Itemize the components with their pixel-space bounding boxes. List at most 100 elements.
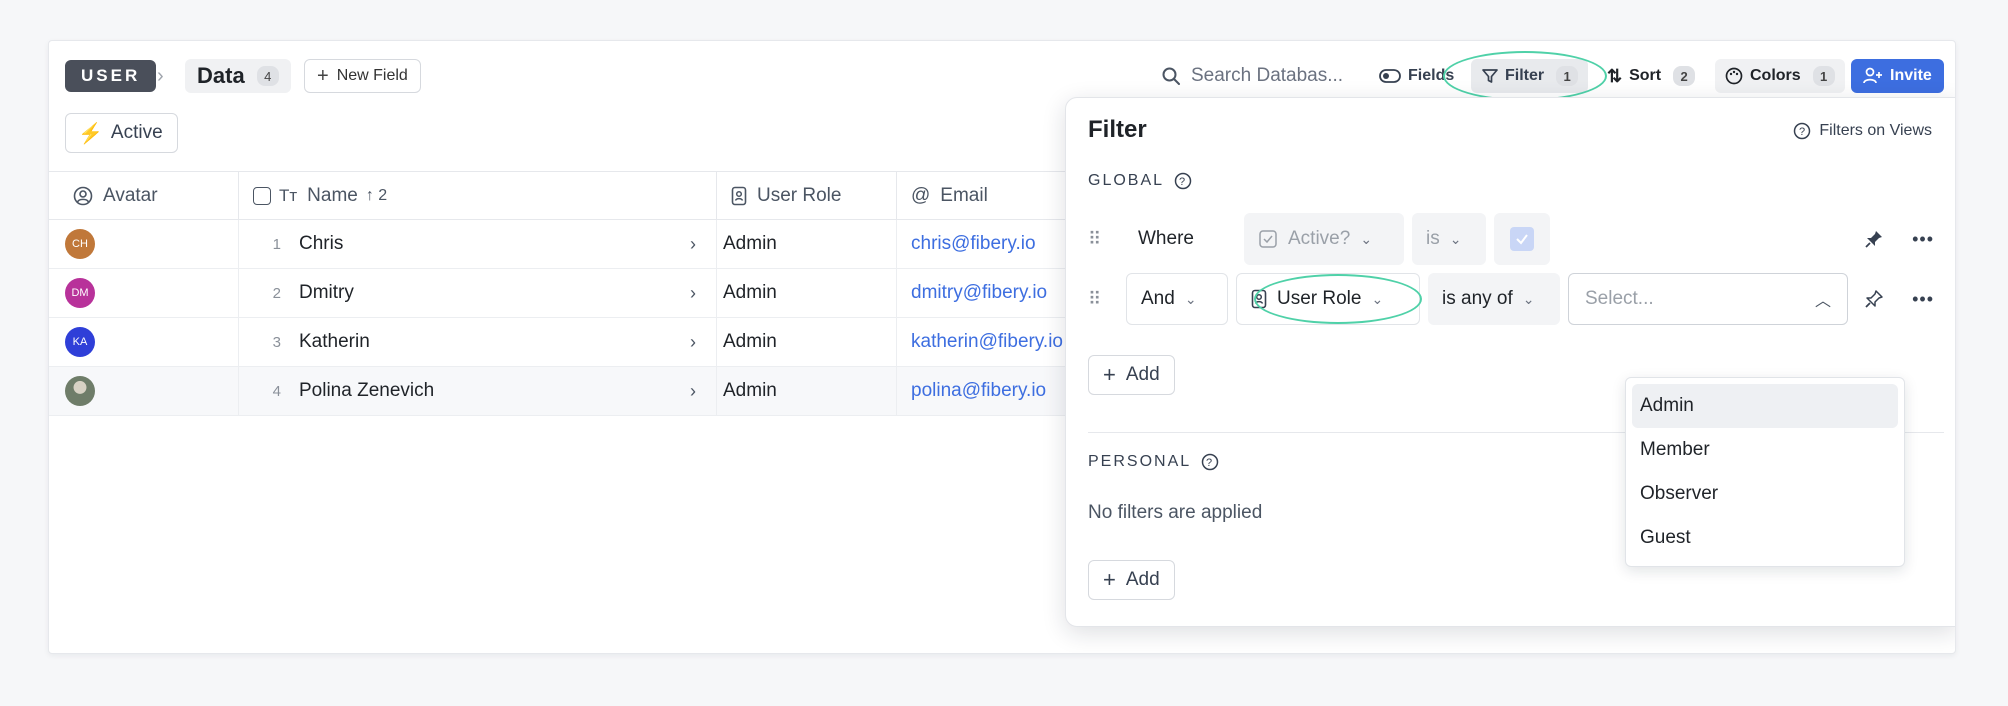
help-icon[interactable]: ? [1174, 172, 1192, 190]
name-cell[interactable]: 1 Chris › [239, 220, 717, 268]
badge-icon [731, 186, 747, 206]
svg-text:?: ? [1179, 176, 1187, 188]
user-role: Admin [723, 380, 777, 401]
new-field-button[interactable]: + New Field [304, 59, 421, 93]
active-filter-chip[interactable]: ⚡ Active [65, 113, 178, 153]
filters-on-views-link[interactable]: ? Filters on Views [1793, 122, 1932, 140]
row-number: 1 [272, 235, 281, 253]
toggle-icon [1379, 69, 1401, 83]
pin-outline-icon[interactable] [1864, 289, 1884, 309]
field-selector-active[interactable]: Active? ⌄ [1244, 213, 1404, 265]
database-badge[interactable]: USER [65, 60, 157, 92]
row-number: 3 [272, 333, 281, 351]
svg-text:?: ? [1206, 457, 1214, 469]
avatar-cell [49, 367, 239, 415]
table-row[interactable]: CH 1 Chris › Admin chris@fibery.io [49, 220, 1149, 269]
name-cell[interactable]: 3 Katherin › [239, 318, 717, 366]
user-role: Admin [723, 331, 777, 352]
no-filters-message: No filters are applied [1088, 502, 1263, 523]
breadcrumb-chevron-icon: › [157, 64, 164, 87]
role-cell[interactable]: Admin [717, 318, 897, 366]
fields-label: Fields [1408, 67, 1455, 84]
user-email[interactable]: chris@fibery.io [911, 233, 1036, 255]
chevron-right-icon[interactable]: › [690, 234, 696, 255]
table-row[interactable]: DM 2 Dmitry › Admin dmitry@fibery.io [49, 269, 1149, 318]
option-guest[interactable]: Guest [1632, 516, 1898, 560]
name-cell[interactable]: 2 Dmitry › [239, 269, 717, 317]
invite-label: Invite [1890, 67, 1932, 84]
avatar: KA [65, 327, 95, 357]
rule-connector-where: Where [1126, 213, 1236, 265]
more-icon[interactable]: ••• [1912, 229, 1934, 250]
table-row[interactable]: KA 3 Katherin › Admin katherin@fibery.io [49, 318, 1149, 367]
funnel-icon [1482, 69, 1498, 83]
table-row[interactable]: 4 Polina Zenevich › Admin polina@fibery.… [49, 367, 1149, 416]
invite-button[interactable]: Invite [1851, 59, 1944, 93]
user-role-options-dropdown: Admin Member Observer Guest [1625, 377, 1905, 567]
pin-icon[interactable] [1864, 229, 1884, 249]
rule-connector-and[interactable]: And ⌄ [1126, 273, 1228, 325]
connector-label: And [1141, 288, 1175, 309]
filters-on-views-label: Filters on Views [1819, 122, 1932, 139]
chevron-right-icon[interactable]: › [690, 332, 696, 353]
user-email[interactable]: dmitry@fibery.io [911, 282, 1047, 304]
add-label: Add [1125, 364, 1160, 385]
option-observer[interactable]: Observer [1632, 472, 1898, 516]
chevron-right-icon[interactable]: › [690, 283, 696, 304]
role-cell[interactable]: Admin [717, 269, 897, 317]
option-member[interactable]: Member [1632, 428, 1898, 472]
text-icon: Tт [279, 186, 298, 205]
role-cell[interactable]: Admin [717, 220, 897, 268]
add-global-filter-button[interactable]: + Add [1088, 355, 1175, 395]
rule-actions: ••• [1864, 229, 1934, 250]
help-icon[interactable]: ? [1201, 453, 1219, 471]
column-header-name[interactable]: Tт Name ↑ 2 [239, 172, 717, 220]
more-icon[interactable]: ••• [1912, 289, 1934, 310]
active-filter-label: Active [110, 122, 163, 143]
chevron-up-icon: ︿ [1814, 293, 1831, 310]
sort-count-badge: 2 [1673, 66, 1696, 86]
value-checkbox[interactable] [1494, 213, 1550, 265]
add-personal-filter-button[interactable]: + Add [1088, 560, 1175, 600]
user-email[interactable]: polina@fibery.io [911, 380, 1046, 402]
field-label: Active? [1288, 228, 1351, 249]
operator-selector-is-any-of[interactable]: is any of ⌄ [1428, 273, 1560, 325]
global-label: GLOBAL [1088, 172, 1165, 189]
search-icon [1162, 67, 1180, 85]
sort-button[interactable]: ⇅ Sort 2 [1607, 59, 1696, 93]
operator-selector-is[interactable]: is ⌄ [1412, 213, 1486, 265]
search-placeholder: Search Databas... [1191, 65, 1344, 86]
option-admin[interactable]: Admin [1632, 384, 1898, 428]
select-placeholder: Select... [1585, 288, 1654, 309]
fields-button[interactable]: Fields [1379, 59, 1454, 93]
colors-count-badge: 1 [1812, 66, 1835, 86]
chevron-right-icon[interactable]: › [690, 381, 696, 402]
column-header-user-role[interactable]: User Role [717, 172, 897, 220]
chevron-down-icon: ⌄ [1184, 290, 1197, 307]
personal-section-label: PERSONAL ? [1088, 453, 1219, 471]
filter-button[interactable]: Filter 1 [1471, 59, 1589, 93]
role-cell[interactable]: Admin [717, 367, 897, 415]
colors-button[interactable]: Colors 1 [1715, 59, 1845, 93]
column-label: Email [940, 185, 988, 206]
user-email[interactable]: katherin@fibery.io [911, 331, 1063, 353]
column-header-avatar[interactable]: Avatar [49, 172, 239, 220]
global-section-label: GLOBAL ? [1088, 172, 1192, 190]
drag-handle-icon[interactable]: ⠿ [1088, 229, 1108, 250]
checkbox-icon [1259, 230, 1277, 248]
search-input[interactable]: Search Databas... [1161, 59, 1343, 93]
value-select-input[interactable]: Select... ︿ [1568, 273, 1848, 325]
select-all-checkbox[interactable] [253, 187, 271, 205]
add-label: Add [1125, 569, 1160, 590]
row-number: 2 [272, 284, 281, 302]
filter-count-badge: 1 [1556, 66, 1579, 86]
drag-handle-icon[interactable]: ⠿ [1088, 289, 1108, 310]
user-name: Chris [299, 233, 344, 254]
field-selector-user-role[interactable]: User Role ⌄ [1236, 273, 1420, 325]
filter-rule-active: ⠿ Where Active? ⌄ is ⌄ ••• [1088, 212, 1944, 266]
svg-text:?: ? [1799, 126, 1805, 138]
view-selector[interactable]: Data 4 [185, 59, 291, 93]
user-name: Polina Zenevich [299, 380, 435, 401]
palette-icon [1725, 67, 1743, 85]
name-cell[interactable]: 4 Polina Zenevich › [239, 367, 717, 415]
